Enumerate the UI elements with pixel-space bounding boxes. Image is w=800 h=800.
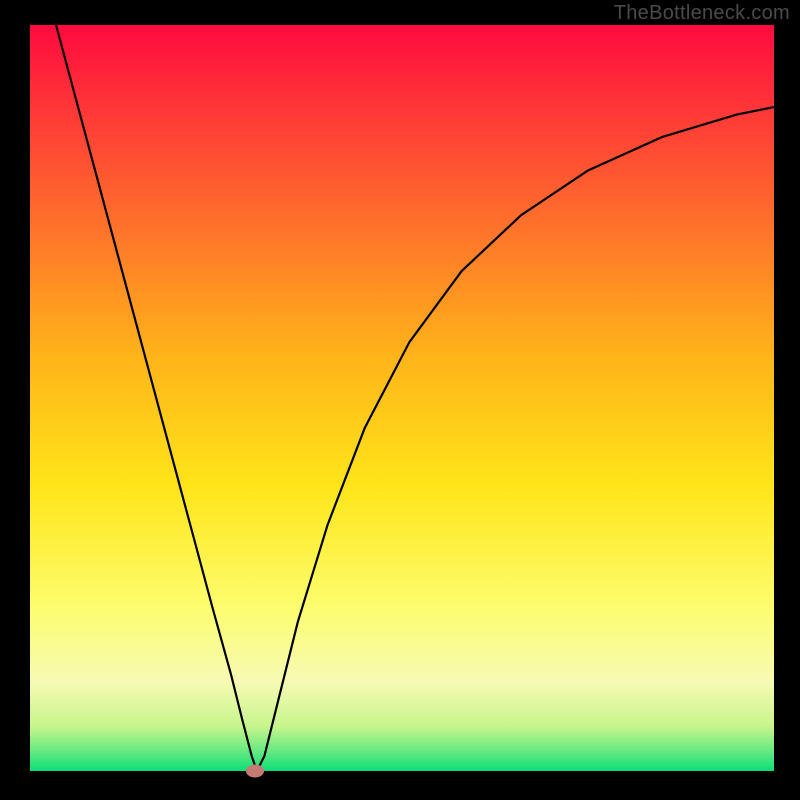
bottleneck-chart: TheBottleneck.com — [0, 0, 800, 800]
optimal-point-marker — [246, 765, 264, 778]
plot-area — [30, 25, 774, 771]
watermark-text: TheBottleneck.com — [614, 2, 790, 25]
bottleneck-curve — [30, 25, 774, 771]
